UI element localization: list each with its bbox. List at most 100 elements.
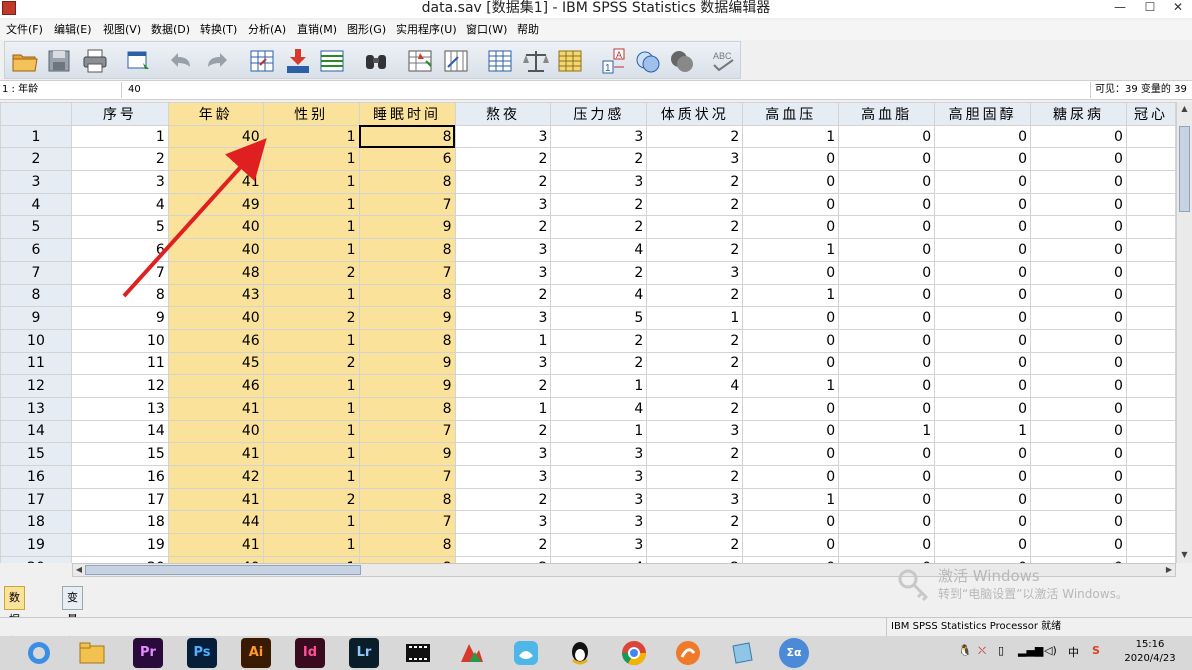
column-header[interactable]: 性别 [262,102,360,126]
menu-edit[interactable]: 编辑(E) [54,22,92,38]
row-header[interactable]: 9 [0,306,72,330]
data-cell[interactable] [1125,374,1176,398]
data-cell[interactable]: 0 [1030,351,1127,376]
column-header[interactable]: 高胆固醇 [934,102,1032,126]
data-cell[interactable]: 0 [1030,465,1127,489]
data-cell[interactable]: 0 [838,465,936,489]
data-cell[interactable]: 0 [838,351,936,376]
data-cell[interactable]: 0 [742,170,840,194]
data-cell[interactable]: 1 [262,283,360,308]
data-cell[interactable]: 3 [454,192,552,217]
data-cell[interactable]: 3 [646,260,744,285]
data-cell[interactable]: 18 [70,510,169,535]
select-cases-icon[interactable] [556,47,584,75]
data-cell[interactable]: 2 [550,260,648,285]
variables-icon[interactable] [318,47,346,75]
data-cell[interactable]: 15 [70,442,169,466]
data-cell[interactable]: 2 [262,487,360,512]
data-cell[interactable]: 9 [358,351,456,376]
data-cell[interactable]: 1 [742,124,840,149]
tray-volume-icon[interactable]: ◁) [1044,644,1057,657]
data-cell[interactable]: 2 [646,215,744,240]
data-cell[interactable]: 0 [742,351,840,376]
data-cell[interactable]: 0 [934,555,1032,563]
data-cell[interactable]: 2 [454,419,552,444]
row-header[interactable]: 15 [0,442,72,466]
data-cell[interactable]: 1 [742,283,840,308]
data-cell[interactable]: 3 [454,465,552,489]
data-cell[interactable]: 0 [1030,442,1127,466]
data-cell[interactable]: 16 [70,465,169,489]
photoshop-icon[interactable]: Ps [187,638,217,668]
data-cell[interactable]: 42 [167,465,264,489]
data-cell[interactable] [1125,260,1176,285]
data-cell[interactable]: 0 [838,328,936,353]
menu-transform[interactable]: 转换(T) [200,22,237,38]
data-cell[interactable] [1125,328,1176,353]
data-cell[interactable]: 0 [1030,510,1127,535]
indesign-icon[interactable]: Id [295,638,325,668]
data-cell[interactable]: 2 [646,192,744,217]
vertical-scrollbar[interactable]: ▲ ▼ [1176,102,1192,563]
data-cell[interactable]: 0 [1030,260,1127,285]
data-cell[interactable]: 0 [934,442,1032,466]
data-cell[interactable]: 2 [646,328,744,353]
data-cell[interactable]: 0 [934,533,1032,557]
data-cell[interactable]: 9 [358,442,456,466]
data-cell[interactable]: 4 [550,283,648,308]
data-cell[interactable]: 0 [1030,533,1127,557]
data-cell[interactable]: 1 [262,238,360,262]
row-header[interactable]: 14 [0,419,72,444]
notes-app-icon[interactable] [727,638,757,668]
use-sets-icon[interactable] [634,47,662,75]
maximize-button[interactable]: ☐ [1136,0,1164,16]
data-cell[interactable]: 43 [167,147,264,172]
row-header[interactable]: 8 [0,283,72,308]
data-cell[interactable]: 3 [454,442,552,466]
data-cell[interactable]: 0 [1030,328,1127,353]
data-cell[interactable]: 0 [742,555,840,563]
redo-icon[interactable] [202,47,230,75]
data-cell[interactable]: 8 [358,124,456,149]
data-cell[interactable]: 0 [838,396,936,421]
data-cell[interactable]: 0 [838,283,936,308]
data-cell[interactable]: 2 [262,351,360,376]
data-cell[interactable]: 1 [454,328,552,353]
data-cell[interactable] [1125,147,1176,172]
row-header[interactable]: 19 [0,533,72,557]
tray-security-icon[interactable]: ⛌ [978,644,986,658]
data-cell[interactable]: 8 [358,238,456,262]
data-cell[interactable]: 8 [358,328,456,353]
minimize-button[interactable]: — [1106,0,1134,16]
column-header[interactable]: 冠心 [1125,102,1176,126]
data-cell[interactable]: 0 [1030,215,1127,240]
data-cell[interactable]: 0 [934,374,1032,398]
data-cell[interactable]: 1 [262,533,360,557]
data-cell[interactable]: 0 [934,238,1032,262]
menu-direct-marketing[interactable]: 直销(M) [297,22,337,38]
menu-help[interactable]: 帮助 [517,22,539,38]
data-cell[interactable]: 40 [167,238,264,262]
data-cell[interactable]: 0 [742,510,840,535]
data-cell[interactable]: 40 [167,215,264,240]
data-cell[interactable]: 3 [70,170,169,194]
data-cell[interactable]: 0 [934,124,1032,149]
data-cell[interactable]: 8 [358,487,456,512]
insert-variable-icon[interactable] [442,47,470,75]
data-cell[interactable]: 2 [646,465,744,489]
data-cell[interactable]: 20 [70,555,169,563]
data-cell[interactable]: 4 [550,555,648,563]
data-cell[interactable]: 0 [742,260,840,285]
row-header[interactable]: 16 [0,465,72,489]
data-cell[interactable]: 0 [934,192,1032,217]
menu-window[interactable]: 窗口(W) [466,22,507,38]
data-cell[interactable]: 1 [262,215,360,240]
data-cell[interactable]: 1 [70,124,169,149]
data-cell[interactable] [1125,124,1176,149]
data-cell[interactable]: 40 [167,306,264,330]
column-header[interactable]: 高血压 [742,102,840,126]
menu-view[interactable]: 视图(V) [103,22,141,38]
data-cell[interactable]: 0 [838,215,936,240]
horizontal-scroll-thumb[interactable] [85,565,361,575]
save-icon[interactable] [45,47,73,75]
